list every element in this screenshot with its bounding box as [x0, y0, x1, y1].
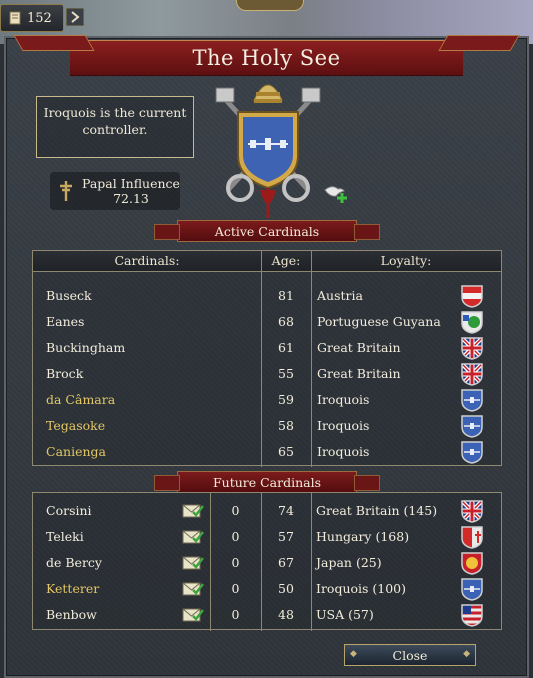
cardinal-age: 68 — [278, 314, 294, 329]
japan-flag-icon — [460, 551, 484, 575]
cardinal-name: Corsini — [46, 503, 92, 518]
austria-flag-icon — [460, 284, 484, 308]
cardinal-score: 0 — [231, 581, 240, 596]
cardinal-loyalty: Great Britain (145) — [316, 503, 438, 518]
table-header: Cardinals: Age: Loyalty: — [33, 251, 501, 272]
cardinal-age: 50 — [278, 581, 294, 596]
papal-emblem-icon — [215, 84, 321, 218]
resource-counter[interactable]: 152 — [0, 4, 64, 32]
cardinal-loyalty: Iroquois — [317, 418, 370, 433]
cardinal-age: 57 — [278, 529, 294, 544]
cardinal-name: Ketterer — [46, 581, 100, 596]
active-cardinal-row[interactable]: Tegasoke 58 Iroquois — [33, 413, 501, 439]
cardinal-age: 67 — [278, 555, 294, 570]
influence-value: 72.13 — [113, 191, 149, 206]
cardinal-loyalty: Austria — [317, 288, 363, 303]
dove-icon[interactable] — [322, 180, 348, 206]
controller-info: Iroquois is the current controller. — [36, 96, 194, 158]
cardinal-loyalty: Hungary (168) — [316, 529, 410, 544]
cardinal-loyalty: Portuguese Guyana — [317, 314, 441, 329]
active-cardinal-row[interactable]: Caniengа 65 Iroquois — [33, 439, 501, 465]
future-cardinal-row[interactable]: Benbow 0 48 USA (57) — [33, 602, 501, 628]
cross-icon — [60, 181, 72, 201]
cardinal-loyalty: Great Britain — [317, 340, 401, 355]
invite-mail-icon[interactable] — [182, 581, 204, 597]
window-title-text: The Holy See — [192, 46, 341, 70]
header-loyalty: Loyalty: — [380, 253, 432, 268]
invite-mail-icon[interactable] — [182, 503, 204, 519]
active-cardinal-row[interactable]: da Câmara 59 Iroquois — [33, 387, 501, 413]
great-britain-flag-icon — [460, 336, 484, 360]
cardinal-score: 0 — [231, 555, 240, 570]
hungary-flag-icon — [460, 525, 484, 549]
great-britain-flag-icon — [460, 499, 484, 523]
cardinal-loyalty: Iroquois — [317, 444, 370, 459]
cardinal-score: 0 — [231, 503, 240, 518]
cardinal-name: Buseck — [46, 288, 92, 303]
iroquois-flag-icon — [460, 388, 484, 412]
cardinal-loyalty: Great Britain — [317, 366, 401, 381]
cardinal-age: 48 — [278, 607, 294, 622]
cardinal-age: 55 — [278, 366, 294, 381]
active-cardinals-table: Cardinals: Age: Loyalty: Buseck 81 Austria… — [32, 250, 502, 467]
header-cardinals: Cardinals: — [114, 253, 180, 268]
cardinal-age: 74 — [278, 503, 294, 518]
close-button[interactable]: Close — [344, 644, 476, 666]
cardinal-loyalty: Iroquois — [317, 392, 370, 407]
future-cardinals-table: Corsini 0 74 Great Britain (145) Teleki 0 57 Hu… — [32, 492, 502, 631]
cardinal-name: Buckingham — [46, 340, 126, 355]
future-cardinals-banner: Future Cardinals — [154, 471, 380, 493]
future-cardinal-row[interactable]: Corsini 0 74 Great Britain (145) — [33, 498, 501, 524]
usa-flag-icon — [460, 603, 484, 627]
invite-mail-icon[interactable] — [182, 529, 204, 545]
invite-mail-icon[interactable] — [182, 607, 204, 623]
influence-label: Papal Influence — [82, 176, 180, 191]
active-cardinal-row[interactable]: Brock 55 Great Britain — [33, 361, 501, 387]
portuguese-guyana-flag-icon — [460, 310, 484, 334]
cardinal-age: 58 — [278, 418, 294, 433]
cardinal-name: da Câmara — [46, 392, 116, 407]
counter-value: 152 — [27, 10, 52, 26]
cardinal-loyalty: Japan (25) — [316, 555, 382, 570]
cardinal-score: 0 — [231, 529, 240, 544]
future-cardinal-row[interactable]: Teleki 0 57 Hungary (168) — [33, 524, 501, 550]
controller-text: Iroquois is the current controller. — [43, 105, 187, 137]
iroquois-flag-icon — [460, 577, 484, 601]
papal-influence: Papal Influence 72.13 — [50, 172, 180, 210]
cardinal-name: de Bercy — [46, 555, 102, 570]
close-label: Close — [392, 647, 428, 663]
active-cardinals-banner: Active Cardinals — [154, 220, 380, 242]
cardinal-age: 61 — [278, 340, 294, 355]
cardinal-name: Brock — [46, 366, 84, 381]
header-age: Age: — [271, 253, 301, 268]
iroquois-flag-icon — [460, 440, 484, 464]
future-cardinal-row[interactable]: Ketterer 0 50 Iroquois (100) — [33, 576, 501, 602]
future-cardinal-row[interactable]: de Bercy 0 67 Japan (25) — [33, 550, 501, 576]
cardinal-name: Eanes — [46, 314, 85, 329]
cardinal-score: 0 — [231, 607, 240, 622]
active-cardinals-title: Active Cardinals — [214, 223, 320, 239]
cardinal-age: 65 — [278, 444, 294, 459]
cardinal-name: Teleki — [46, 529, 84, 544]
future-cardinals-title: Future Cardinals — [212, 474, 322, 490]
cardinal-age: 59 — [278, 392, 294, 407]
active-cardinal-row[interactable]: Buckingham 61 Great Britain — [33, 335, 501, 361]
cardinal-loyalty: Iroquois (100) — [316, 581, 407, 596]
active-cardinal-row[interactable]: Eanes 68 Portuguese Guyana — [33, 309, 501, 335]
chevron-right-icon[interactable] — [66, 8, 84, 26]
iroquois-flag-icon — [460, 414, 484, 438]
cardinal-name: Caniengа — [46, 444, 106, 459]
top-ornament — [236, 0, 304, 11]
great-britain-flag-icon — [460, 362, 484, 386]
cardinal-loyalty: USA (57) — [316, 607, 374, 622]
scroll-icon — [9, 11, 21, 25]
active-cardinal-row[interactable]: Buseck 81 Austria — [33, 283, 501, 309]
invite-mail-icon[interactable] — [182, 555, 204, 571]
cardinal-name: Tegasoke — [46, 418, 106, 433]
cardinal-age: 81 — [278, 288, 294, 303]
cardinal-name: Benbow — [46, 607, 97, 622]
